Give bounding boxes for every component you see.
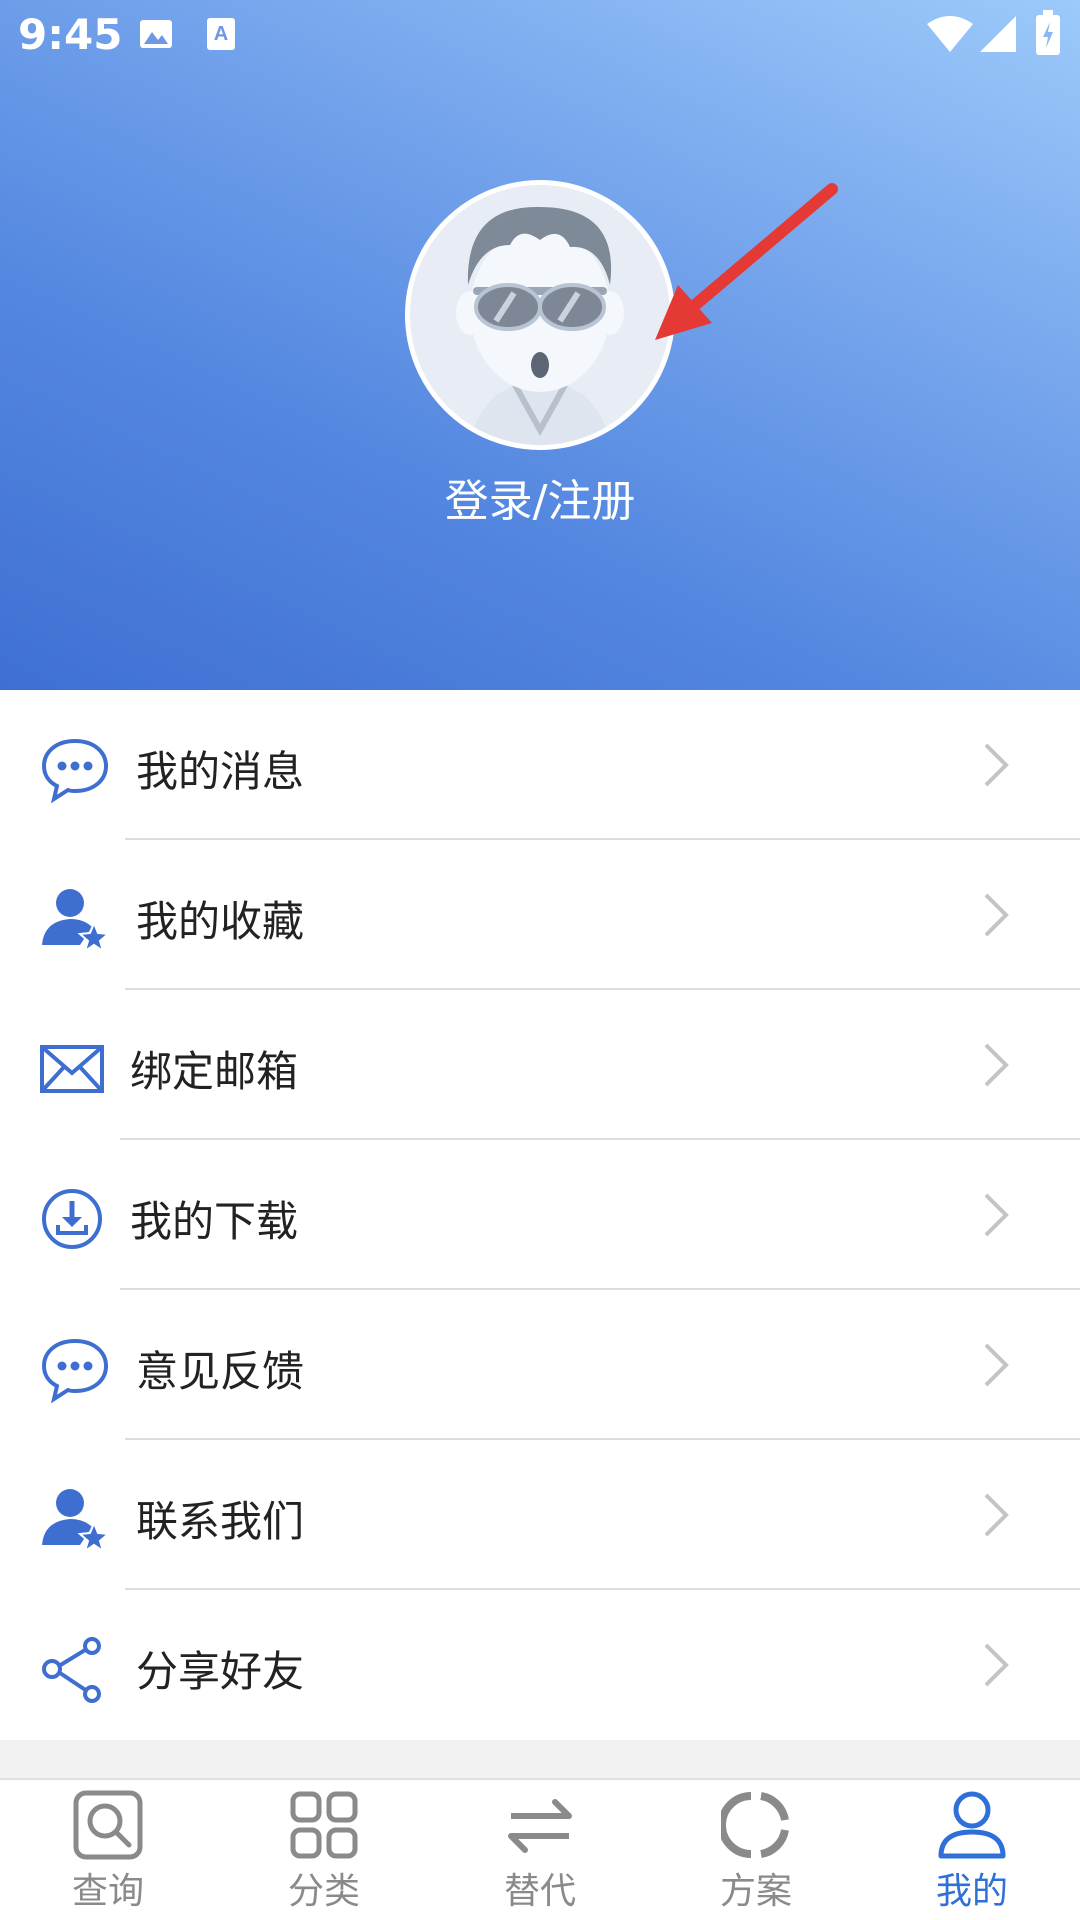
chevron-right-icon — [984, 893, 1009, 937]
chat-bubble-icon — [41, 738, 109, 804]
image-notification-icon — [140, 20, 172, 48]
user-star-icon — [42, 889, 110, 954]
signal-icon — [980, 16, 1016, 52]
menu-item-label: 分享好友 — [136, 1647, 305, 1696]
menu-item-label: 我的消息 — [136, 747, 305, 796]
chevron-right-icon — [984, 1043, 1009, 1087]
tab-substitute[interactable]: 替代 — [432, 1780, 648, 1920]
battery-icon — [1036, 10, 1060, 55]
menu-item-label: 联系我们 — [136, 1497, 305, 1546]
chevron-right-icon — [984, 1493, 1009, 1537]
envelope-icon — [40, 1045, 104, 1093]
menu-item-feedback[interactable]: 意见反馈 — [0, 1290, 1080, 1440]
share-icon — [42, 1637, 101, 1703]
chat-bubble-icon — [41, 1338, 109, 1404]
ring-icon — [721, 1792, 789, 1858]
profile-header: 9:45 A 登录/注册 — [0, 0, 1080, 690]
chevron-right-icon — [984, 1643, 1009, 1687]
text-notification-icon: A — [207, 18, 235, 50]
menu-list: 我的消息 我的收藏 绑定邮箱 我的下载 意见反馈 联系我们 分享好友 — [0, 690, 1080, 1740]
avatar[interactable] — [405, 180, 675, 450]
chevron-right-icon — [984, 1343, 1009, 1387]
login-register-link[interactable]: 登录/注册 — [0, 465, 1080, 529]
download-icon — [42, 1189, 102, 1249]
tab-label: 分类 — [287, 1871, 360, 1912]
user-star-icon — [42, 1489, 110, 1554]
person-icon — [938, 1791, 1006, 1859]
menu-item-bind-email[interactable]: 绑定邮箱 — [0, 990, 1080, 1140]
menu-item-label: 绑定邮箱 — [130, 1047, 299, 1096]
menu-item-favorites[interactable]: 我的收藏 — [0, 840, 1080, 990]
wifi-icon — [927, 16, 973, 52]
red-arrow-annotation — [655, 183, 838, 340]
chevron-right-icon — [984, 1193, 1009, 1237]
tab-label: 我的 — [935, 1871, 1008, 1912]
search-icon — [73, 1790, 143, 1860]
status-time: 9:45 — [18, 10, 123, 59]
menu-item-label: 我的收藏 — [136, 897, 305, 946]
tab-label: 方案 — [719, 1871, 792, 1912]
menu-item-contact-us[interactable]: 联系我们 — [0, 1440, 1080, 1590]
tab-label: 替代 — [503, 1871, 576, 1912]
tab-solution[interactable]: 方案 — [648, 1780, 864, 1920]
menu-item-messages[interactable]: 我的消息 — [0, 690, 1080, 840]
tab-mine[interactable]: 我的 — [864, 1780, 1080, 1920]
menu-item-label: 我的下载 — [130, 1197, 299, 1246]
svg-text:A: A — [214, 23, 228, 45]
grid-icon — [290, 1791, 358, 1859]
status-bar: 9:45 A — [0, 0, 1080, 72]
swap-arrows-icon — [508, 1799, 572, 1853]
menu-item-share[interactable]: 分享好友 — [0, 1590, 1080, 1740]
chevron-right-icon — [984, 743, 1009, 787]
menu-item-downloads[interactable]: 我的下载 — [0, 1140, 1080, 1290]
tab-category[interactable]: 分类 — [216, 1780, 432, 1920]
tab-label: 查询 — [71, 1871, 144, 1912]
bottom-tab-bar: 查询 分类 替代 方案 我的 — [0, 1778, 1080, 1920]
avatar-illustration — [410, 185, 670, 445]
menu-item-label: 意见反馈 — [136, 1347, 305, 1396]
tab-query[interactable]: 查询 — [0, 1780, 216, 1920]
